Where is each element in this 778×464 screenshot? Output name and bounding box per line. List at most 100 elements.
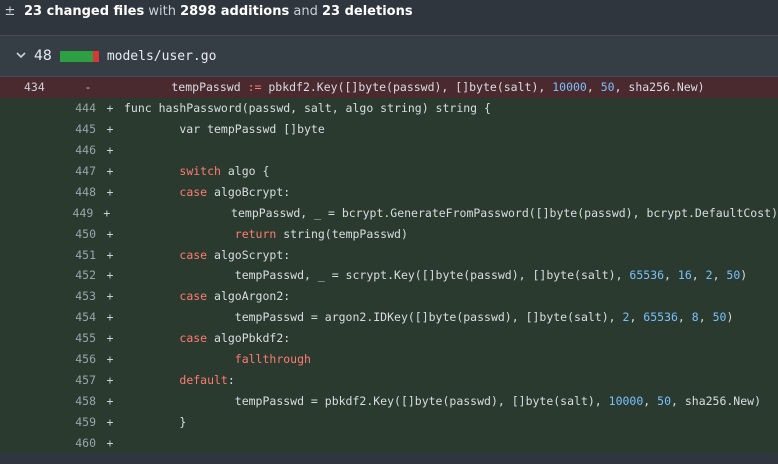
code-token: ,	[712, 268, 727, 283]
code-token: 8	[691, 310, 699, 325]
code-token: ,	[629, 310, 644, 325]
diff-line[interactable]: 452 + tempPasswd, _ = scrypt.Key([]byte(p…	[0, 265, 778, 286]
file-path[interactable]: models/user.go	[107, 49, 217, 64]
code-token: fallthrough	[234, 352, 311, 367]
code-token: , sha256.New)	[671, 393, 762, 408]
diff-line[interactable]: 455 + case algoPbkdf2:	[0, 327, 778, 349]
deletion-marker: -	[84, 80, 92, 95]
code-token: var tempPasswd []byte	[124, 122, 325, 137]
code-content: case algoBcrypt:	[124, 185, 290, 199]
addition-marker: +	[106, 372, 114, 387]
code-token: string(tempPasswd)	[276, 226, 408, 241]
code-token: tempPasswd = pbkdf2.Key([]byte(passwd), …	[124, 393, 609, 408]
diff-line[interactable]: 451 + case algoScrypt:	[0, 244, 778, 266]
new-line-number[interactable]: 457	[60, 373, 96, 387]
code-token: tempPasswd = argon2.IDKey([]byte(passwd)…	[124, 310, 623, 325]
diff-line[interactable]: 446 +	[0, 139, 778, 161]
code-content: var tempPasswd []byte	[124, 122, 325, 137]
diff-line[interactable]: 458 + tempPasswd = pbkdf2.Key([]byte(pass…	[0, 390, 778, 412]
new-line-number[interactable]: 445	[60, 122, 96, 136]
file-header[interactable]: 48 models/user.go	[0, 35, 778, 77]
new-line-number[interactable]: 454	[60, 310, 96, 324]
old-line-number[interactable]: 434	[0, 80, 60, 94]
diff-line[interactable]: 445 + var tempPasswd []byte	[0, 118, 778, 140]
code-content: }	[124, 415, 186, 429]
new-line-number[interactable]: 450	[60, 227, 96, 241]
addition-marker: +	[106, 184, 114, 199]
diff-line[interactable]: 454 + tempPasswd = argon2.IDKey([]byte(pa…	[0, 306, 778, 328]
addition-marker: +	[106, 352, 114, 367]
code-token: 16	[677, 268, 692, 283]
new-line-number[interactable]: 447	[60, 164, 96, 178]
diff-bottom-edge	[0, 453, 778, 462]
new-line-number[interactable]: 446	[60, 143, 96, 157]
code-token: ,	[698, 310, 713, 325]
diff-line[interactable]: 450 + return string(tempPasswd)	[0, 223, 778, 245]
code-token: algo {	[220, 164, 270, 178]
code-token: tempPasswd, _ = bcrypt.GenerateFromPassw…	[120, 205, 778, 220]
diff-line[interactable]: 449 + tempPasswd, _ = bcrypt.GenerateFrom…	[0, 202, 778, 224]
code-token: func hashPassword(passwd, salt, algo str…	[124, 101, 491, 116]
code-token: pbkdf2.Key([]byte(passwd), []byte(salt),	[261, 80, 553, 95]
new-line-number[interactable]: 459	[60, 415, 96, 429]
code-token: algoScrypt:	[207, 247, 291, 262]
code-content: tempPasswd = argon2.IDKey([]byte(passwd)…	[124, 310, 734, 325]
code-token: default	[179, 372, 228, 387]
code-token: ,	[586, 80, 601, 95]
new-line-number[interactable]: 453	[60, 289, 96, 303]
diff-line[interactable]: 460 +	[0, 432, 778, 454]
new-line-number[interactable]: 458	[60, 394, 96, 408]
code-content: func hashPassword(passwd, salt, algo str…	[124, 101, 491, 115]
addition-marker: +	[103, 205, 111, 220]
diff-table: 434 - tempPasswd := pbkdf2.Key([]byte(pas…	[0, 77, 778, 454]
file-change-count: 48	[34, 48, 52, 64]
code-token: case	[179, 331, 208, 346]
new-line-number[interactable]: 444	[60, 101, 96, 115]
code-token: , sha256.New)	[614, 80, 705, 95]
diff-line[interactable]: 453 + case algoArgon2:	[0, 285, 778, 307]
code-content: tempPasswd, _ = scrypt.Key([]byte(passwd…	[124, 268, 747, 282]
diff-line[interactable]: 434 - tempPasswd := pbkdf2.Key([]byte(pas…	[0, 77, 778, 98]
code-token: case	[179, 289, 208, 304]
addition-marker: +	[106, 414, 114, 429]
code-token: 50	[726, 268, 741, 283]
code-token: 50	[600, 80, 615, 95]
addition-marker: +	[106, 393, 114, 408]
plus-minus-icon: ±	[4, 3, 16, 19]
diffstat-bar	[59, 50, 99, 62]
new-line-number[interactable]: 455	[60, 331, 96, 345]
diff-line[interactable]: 444 + func hashPassword(passwd, salt, algo…	[0, 97, 778, 119]
diff-line[interactable]: 457 + default:	[0, 369, 778, 391]
chevron-down-icon[interactable]	[16, 49, 26, 63]
diff-line[interactable]: 447 + switch algo {	[0, 160, 778, 182]
diff-line[interactable]: 459 + }	[0, 411, 778, 433]
code-token: algoPbkdf2:	[207, 331, 291, 346]
new-line-number[interactable]: 456	[60, 352, 96, 366]
code-token: 50	[712, 310, 727, 325]
new-line-number[interactable]: 448	[60, 185, 96, 199]
code-token: switch	[179, 164, 221, 178]
code-content: tempPasswd, _ = bcrypt.GenerateFromPassw…	[120, 206, 778, 220]
diff-summary: ± 23 changed files with 2898 additions a…	[0, 0, 778, 22]
new-line-number[interactable]: 451	[60, 248, 96, 262]
new-line-number[interactable]: 452	[60, 268, 96, 282]
code-token: algoBcrypt:	[207, 184, 291, 199]
code-content: case algoScrypt:	[124, 248, 290, 262]
new-line-number[interactable]: 449	[59, 206, 94, 220]
code-token: )	[726, 310, 734, 325]
code-token: ,	[677, 310, 692, 325]
addition-marker: +	[106, 289, 114, 304]
new-line-number[interactable]: 460	[60, 436, 96, 450]
diffstat-deletions	[92, 50, 99, 62]
code-content: tempPasswd := pbkdf2.Key([]byte(passwd),…	[116, 80, 705, 95]
code-token: 10000	[608, 393, 644, 408]
code-token: :	[227, 372, 235, 387]
code-token: algoArgon2:	[207, 289, 291, 304]
addition-marker: +	[106, 247, 114, 262]
code-token: ,	[691, 268, 706, 283]
diff-line[interactable]: 456 + fallthrough	[0, 348, 778, 370]
diff-line[interactable]: 448 + case algoBcrypt:	[0, 181, 778, 203]
